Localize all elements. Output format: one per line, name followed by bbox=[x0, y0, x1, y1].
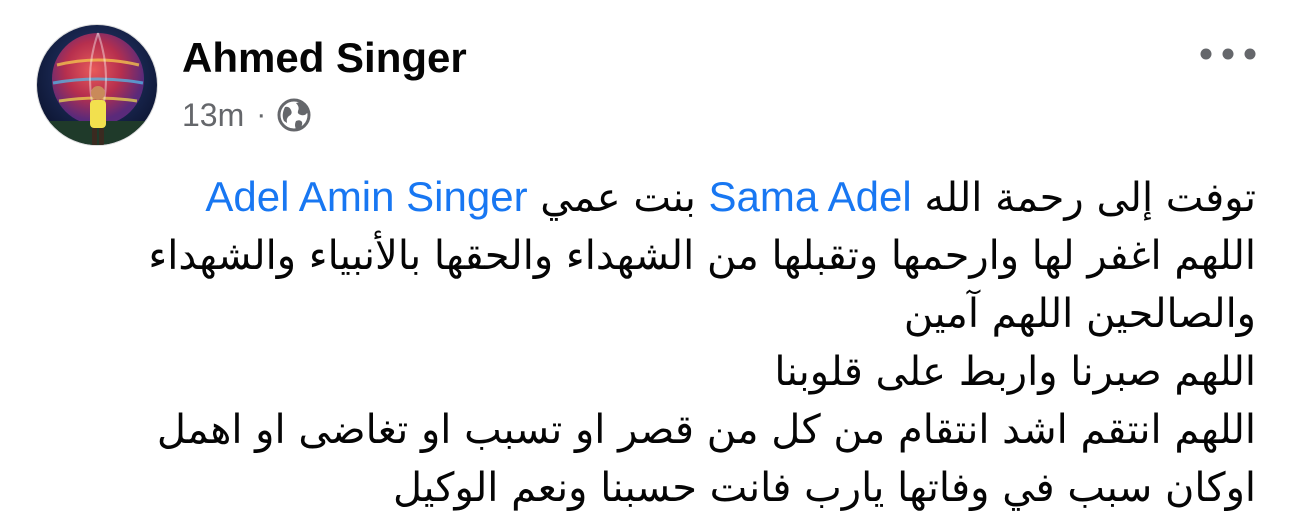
post-meta: 13m · bbox=[182, 92, 312, 138]
author-name[interactable]: Ahmed Singer bbox=[182, 30, 467, 86]
more-options-button[interactable] bbox=[1196, 34, 1260, 74]
post-header: Ahmed Singer 13m · bbox=[0, 0, 1290, 160]
post-timestamp[interactable]: 13m bbox=[182, 97, 244, 134]
globe-icon[interactable] bbox=[276, 97, 312, 133]
post-text-segment: بنت عمي bbox=[540, 175, 696, 221]
post-line-4: اللهم صبرنا واربط على قلوبنا bbox=[774, 349, 1256, 395]
avatar[interactable] bbox=[36, 24, 158, 146]
avatar-image bbox=[37, 25, 157, 145]
more-options-icon bbox=[1200, 48, 1256, 60]
post-line-2: اللهم اغفر لها وارحمها وتقبلها من الشهدا… bbox=[148, 233, 1256, 279]
post-line-6: اوكان سبب في وفاتها يارب فانت حسبنا ونعم… bbox=[393, 465, 1256, 511]
post-line-3: والصالحين اللهم آمين bbox=[903, 291, 1256, 337]
post-text-segment: توفت إلى رحمة الله bbox=[924, 175, 1256, 221]
post-line-5: اللهم انتقم اشد انتقام من كل من قصر او ت… bbox=[156, 407, 1256, 453]
meta-separator: · bbox=[256, 98, 267, 131]
post-line-1: توفت إلى رحمة الله Sama Adel بنت عمي Ade… bbox=[60, 168, 1256, 227]
post-body: توفت إلى رحمة الله Sama Adel بنت عمي Ade… bbox=[60, 168, 1256, 517]
mention-link[interactable]: Adel Amin Singer bbox=[205, 173, 527, 220]
mention-link[interactable]: Sama Adel bbox=[709, 173, 912, 220]
